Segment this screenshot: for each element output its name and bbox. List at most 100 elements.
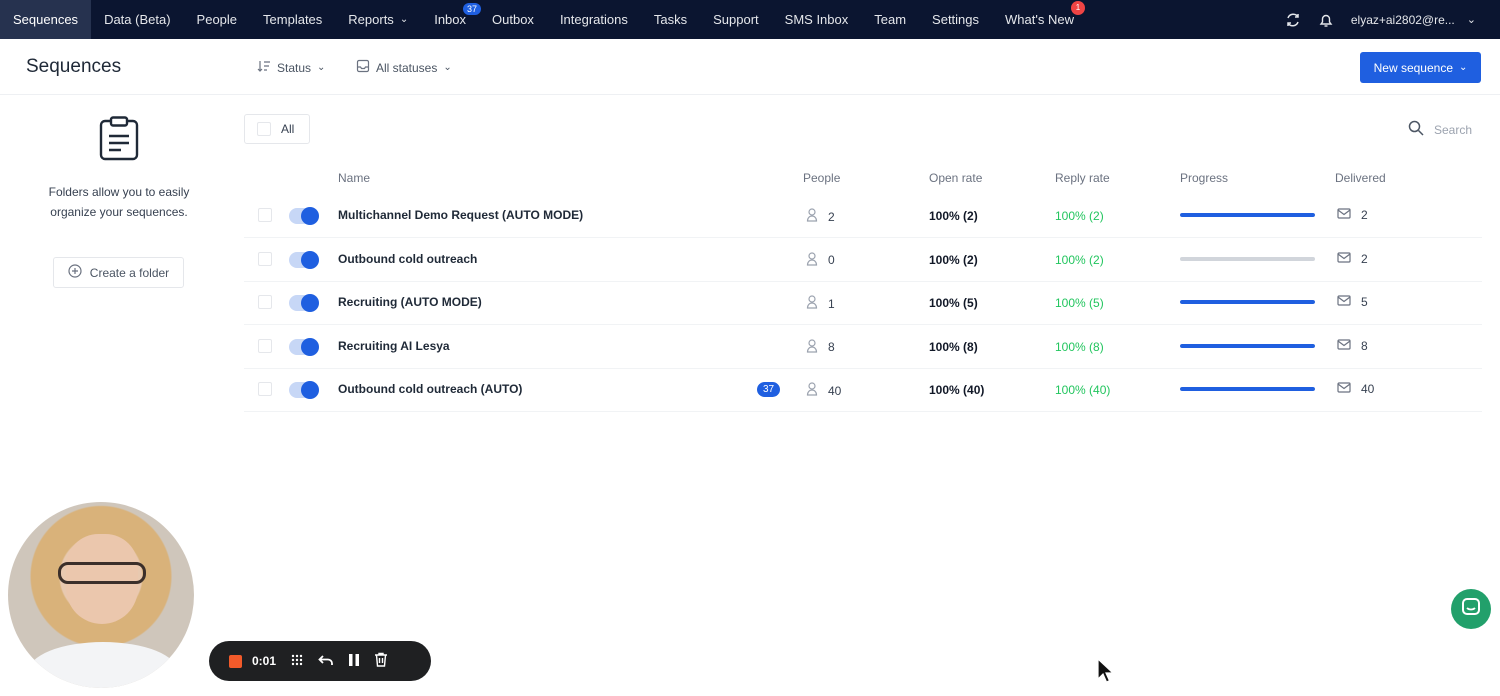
refresh-icon[interactable] <box>1285 12 1301 28</box>
people-count: 1 <box>828 296 835 311</box>
all-statuses-label: All statuses <box>376 60 438 75</box>
nav-item-team[interactable]: Team <box>861 0 919 39</box>
mouse-cursor-icon <box>1096 657 1115 689</box>
sequence-name[interactable]: Recruiting AI Lesya <box>338 339 450 353</box>
mail-icon <box>1337 382 1351 396</box>
sequence-name[interactable]: Outbound cold outreach <box>338 252 477 266</box>
row-checkbox[interactable] <box>258 382 272 397</box>
sequence-active-toggle[interactable] <box>289 294 319 313</box>
stop-recording-button[interactable] <box>229 654 242 668</box>
column-header-open-rate[interactable]: Open rate <box>929 171 982 185</box>
delivered-cell: 2 <box>1337 252 1368 266</box>
select-all-button[interactable]: All <box>244 114 310 144</box>
nav-label: SMS Inbox <box>784 12 849 27</box>
progress-bar <box>1180 213 1315 217</box>
trash-icon[interactable] <box>374 652 388 670</box>
open-rate: 100% (2) <box>929 209 978 223</box>
open-rate: 100% (40) <box>929 383 985 398</box>
nav-item-whats-new[interactable]: What's New 1 <box>992 0 1087 39</box>
chevron-down-icon: ⌄ <box>443 62 452 73</box>
progress-bar <box>1180 256 1315 261</box>
chat-icon <box>1461 597 1481 622</box>
progress-bar <box>1180 300 1315 305</box>
people-cell: 1 <box>806 295 835 312</box>
nav-item-sms-inbox[interactable]: SMS Inbox <box>772 0 862 39</box>
folders-help-text: Folders allow you to easily organize you… <box>48 185 190 219</box>
table-row[interactable]: Recruiting (AUTO MODE) 1 100% (5) 100% (5) 5 <box>244 281 1482 326</box>
nav-item-templates[interactable]: Templates <box>250 0 335 39</box>
chevron-down-icon: ⌄ <box>1459 62 1468 73</box>
sequence-active-toggle[interactable] <box>289 337 319 356</box>
user-menu[interactable]: elyaz+ai2802@re... ⌄ <box>1351 13 1476 27</box>
whats-new-badge: 1 <box>1070 1 1085 15</box>
person-icon <box>806 251 818 269</box>
nav-item-tasks[interactable]: Tasks <box>641 0 700 39</box>
nav-item-data-beta[interactable]: Data (Beta) <box>91 0 183 39</box>
row-checkbox[interactable] <box>258 295 272 310</box>
column-header-people[interactable]: People <box>803 171 840 185</box>
nav-item-reports[interactable]: Reports ⌄ <box>335 0 421 39</box>
grid-icon[interactable] <box>290 653 304 670</box>
person-icon <box>806 208 818 225</box>
delivered-count: 40 <box>1361 382 1375 397</box>
table-row[interactable]: Multichannel Demo Request (AUTO MODE) 2 10… <box>244 194 1482 238</box>
sequence-count-badge: 37 <box>757 382 781 398</box>
nav-item-inbox[interactable]: Inbox 37 <box>421 0 482 39</box>
status-filter[interactable]: Status ⌄ <box>257 59 325 76</box>
table-row[interactable]: Outbound cold outreach (AUTO) 37 40 100% (4… <box>244 368 1482 413</box>
row-checkbox[interactable] <box>258 338 272 353</box>
people-cell: 0 <box>806 251 835 269</box>
person-icon <box>806 339 818 356</box>
delivered-cell: 5 <box>1337 295 1368 309</box>
nav-item-sequences[interactable]: Sequences <box>0 0 92 39</box>
sequence-active-toggle[interactable] <box>289 250 319 269</box>
sequence-active-toggle[interactable] <box>289 207 319 225</box>
page-title: Sequences <box>26 56 122 77</box>
sequence-name[interactable]: Outbound cold outreach (AUTO) <box>338 382 522 396</box>
table-row[interactable]: Recruiting AI Lesya 8 100% (8) 100% (8) 8 <box>244 325 1482 369</box>
select-all-checkbox[interactable] <box>257 122 271 136</box>
row-checkbox[interactable] <box>258 251 272 266</box>
column-header-delivered[interactable]: Delivered <box>1335 171 1386 185</box>
column-header-reply-rate[interactable]: Reply rate <box>1055 171 1110 185</box>
open-rate: 100% (5) <box>929 296 978 311</box>
nav-item-support[interactable]: Support <box>700 0 772 39</box>
column-header-name[interactable]: Name <box>338 171 370 185</box>
new-sequence-button[interactable]: New sequence ⌄ <box>1360 52 1481 83</box>
delivered-cell: 8 <box>1337 339 1368 353</box>
person-icon <box>806 295 818 312</box>
nav-label: Inbox <box>434 12 467 27</box>
nav-item-integrations[interactable]: Integrations <box>547 0 641 39</box>
nav-label: Settings <box>932 12 980 27</box>
bell-icon[interactable] <box>1319 12 1333 28</box>
nav-item-people[interactable]: People <box>184 0 250 39</box>
create-folder-button[interactable]: Create a folder <box>53 257 184 288</box>
top-navigation: Sequences Data (Beta) People Templates R… <box>0 0 1500 39</box>
people-cell: 2 <box>806 208 835 225</box>
column-header-progress[interactable]: Progress <box>1180 171 1228 185</box>
recording-timer: 0:01 <box>252 654 277 668</box>
nav-label: Team <box>874 12 907 27</box>
mail-icon <box>1337 251 1351 266</box>
search-box[interactable]: Search <box>1408 120 1472 139</box>
all-statuses-filter[interactable]: All statuses ⌄ <box>356 59 452 76</box>
row-checkbox[interactable] <box>258 208 272 222</box>
delivered-cell: 40 <box>1337 382 1374 396</box>
progress-fill <box>1180 300 1315 305</box>
progress-bar <box>1180 343 1315 348</box>
toggle-knob <box>301 294 319 313</box>
chat-widget-button[interactable] <box>1451 589 1491 629</box>
nav-label: Outbox <box>492 12 534 27</box>
inbox-icon <box>356 59 370 76</box>
sequence-name[interactable]: Recruiting (AUTO MODE) <box>338 295 482 309</box>
undo-icon[interactable] <box>318 653 334 670</box>
nav-item-settings[interactable]: Settings <box>919 0 992 39</box>
sequence-name[interactable]: Multichannel Demo Request (AUTO MODE) <box>338 208 583 222</box>
people-count: 2 <box>828 209 835 224</box>
nav-item-outbox[interactable]: Outbox <box>479 0 547 39</box>
people-count: 0 <box>828 253 835 268</box>
pause-icon[interactable] <box>348 653 360 670</box>
table-row[interactable]: Outbound cold outreach 0 100% (2) 100% (2) 2 <box>244 238 1482 282</box>
open-rate: 100% (8) <box>929 339 978 354</box>
sequence-active-toggle[interactable] <box>289 381 319 400</box>
